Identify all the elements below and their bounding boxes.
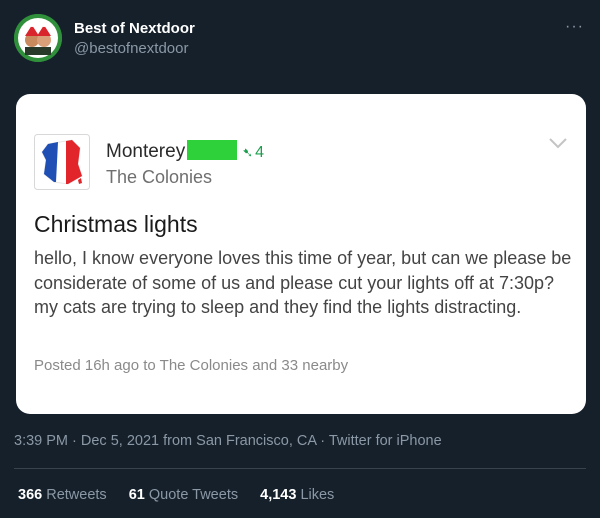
retweets-count: 366: [18, 487, 43, 503]
france-map-flag-icon: [34, 134, 90, 190]
likes-label: Likes: [300, 487, 335, 503]
tweet-metadata: 3:39 PM · Dec 5, 2021 from San Francisco…: [14, 433, 442, 449]
engagement-stats: 366 Retweets 61 Quote Tweets 4,143 Likes: [18, 486, 352, 504]
quote-tweets-count: 61: [128, 487, 145, 503]
divider: [14, 468, 586, 469]
display-name[interactable]: Best of Nextdoor: [74, 19, 195, 38]
avatar[interactable]: [14, 14, 62, 62]
likes-stat[interactable]: 4,143 Likes: [260, 487, 334, 503]
quote-tweets-stat[interactable]: 61 Quote Tweets: [129, 487, 238, 503]
community-name: The Colonies: [106, 167, 213, 187]
tweet-date[interactable]: Dec 5, 2021: [81, 433, 159, 449]
tweet-client[interactable]: Twitter for iPhone: [329, 433, 442, 449]
author-name: Monterey: [106, 141, 186, 162]
tweet-time[interactable]: 3:39 PM: [14, 433, 68, 449]
retweets-label: Retweets: [46, 487, 107, 503]
badge-count: 4: [255, 144, 265, 161]
more-options-icon[interactable]: ···: [565, 18, 584, 36]
posted-info: Posted 16h ago to The Colonies and 33 ne…: [34, 357, 349, 374]
post-author: Monterey ➷ 4: [106, 140, 264, 165]
nextdoor-post-screenshot[interactable]: Monterey ➷ 4 The Colonies Christmas lights…: [16, 94, 586, 414]
likes-count: 4,143: [260, 487, 297, 503]
leaf-icon: ➷: [242, 145, 254, 160]
user-handle[interactable]: @bestofnextdoor: [74, 39, 195, 58]
tweet-location[interactable]: San Francisco, CA: [196, 433, 316, 449]
post-body: hello, I know everyone loves this time o…: [34, 248, 572, 317]
tweet-header: Best of Nextdoor @bestofnextdoor ···: [14, 14, 586, 66]
quote-tweets-label: Quote Tweets: [148, 487, 239, 503]
redaction-bar: [187, 140, 238, 160]
retweets-stat[interactable]: 366 Retweets: [18, 487, 107, 503]
post-title: Christmas lights: [34, 211, 198, 237]
chevron-down-icon: [549, 138, 567, 149]
